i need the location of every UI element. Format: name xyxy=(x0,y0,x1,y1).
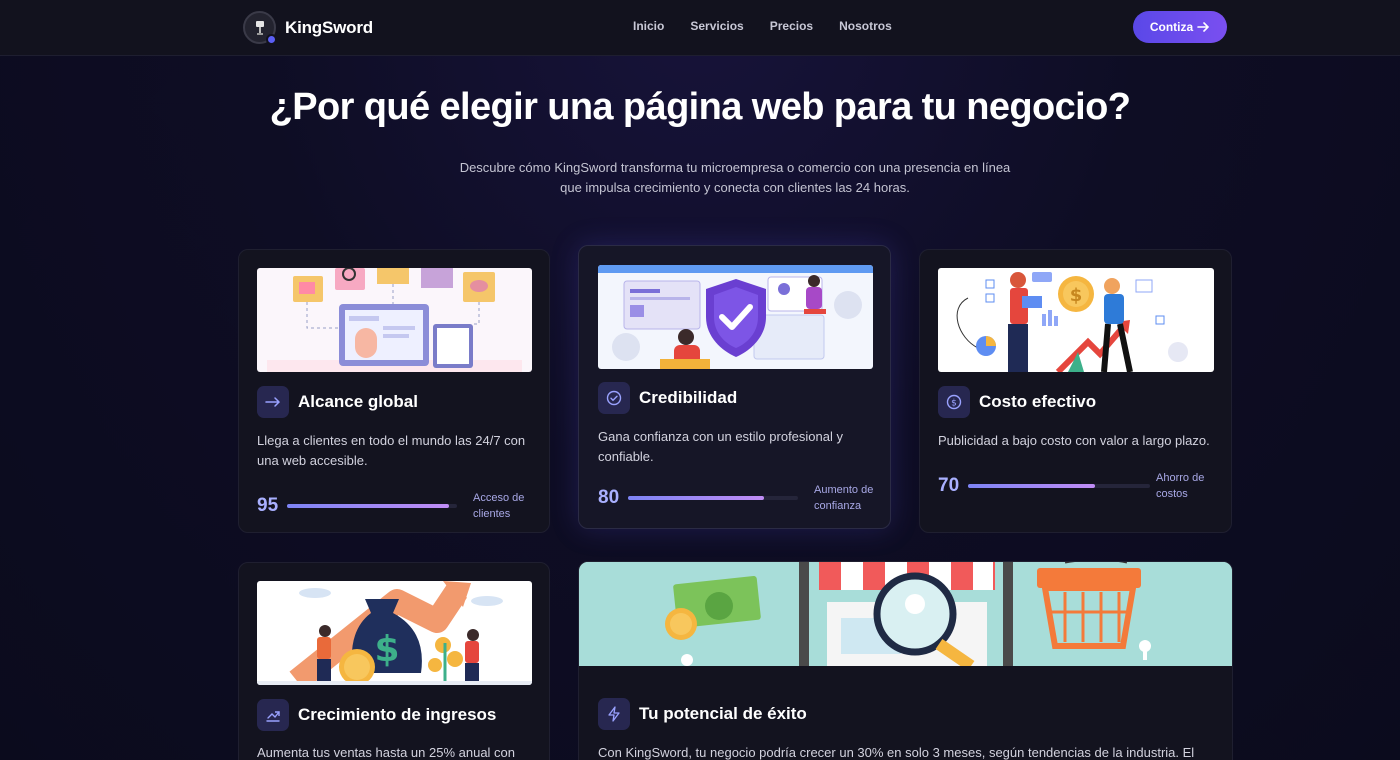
card-description: Publicidad a bajo costo con valor a larg… xyxy=(938,433,1210,448)
lightning-icon xyxy=(598,698,630,730)
brand[interactable]: KingSword xyxy=(243,11,373,45)
stat-meter: 95 Acceso de clientes xyxy=(257,490,543,522)
feature-card-alcance-global: Alcance global Llega a clientes en todo … xyxy=(238,249,550,533)
stat-label: Acceso de clientes xyxy=(473,492,525,520)
quote-button[interactable]: Contiza xyxy=(1133,11,1227,43)
card-description: Llega a clientes en todo el mundo las 24… xyxy=(257,433,526,468)
stat-value: 95 xyxy=(257,495,279,516)
stat-bar-fill xyxy=(628,496,764,500)
page-title: ¿Por qué elegir una página web para tu n… xyxy=(269,86,1131,128)
top-navbar: KingSword Inicio Servicios Precios Nosot… xyxy=(0,0,1400,56)
arrow-right-icon xyxy=(257,386,289,418)
card-description: Aumenta tus ventas hasta un 25% anual co… xyxy=(257,745,516,760)
success-potential-illustration xyxy=(579,562,1232,666)
stat-bar-fill xyxy=(287,504,449,508)
card-header: Alcance global xyxy=(257,386,418,418)
card-title: Crecimiento de ingresos xyxy=(298,705,497,724)
svg-text:$: $ xyxy=(1070,285,1083,306)
stat-value: 70 xyxy=(938,475,960,496)
logo-icon xyxy=(243,11,277,45)
page-subtitle: Descubre cómo KingSword transforma tu mi… xyxy=(459,160,1011,195)
global-reach-illustration xyxy=(257,268,532,372)
stat-bar xyxy=(628,496,798,500)
card-title: Tu potencial de éxito xyxy=(639,704,807,723)
card-header: Crecimiento de ingresos xyxy=(257,699,496,731)
card-title: Credibilidad xyxy=(639,388,738,407)
stat-bar-fill xyxy=(968,484,1096,488)
stat-label: Ahorro de costos xyxy=(1156,472,1205,500)
card-description: Gana confianza con un estilo profesional… xyxy=(598,429,843,464)
card-title: Alcance global xyxy=(298,392,418,411)
card-header: $ Costo efectivo xyxy=(938,386,1096,418)
arrow-right-icon xyxy=(1197,22,1210,32)
stat-meter: 80 Aumento de confianza xyxy=(598,482,884,514)
stat-bar xyxy=(287,504,457,508)
card-description: Con KingSword, tu negocio podría crecer … xyxy=(598,745,1195,760)
card-title: Costo efectivo xyxy=(979,392,1097,411)
svg-text:$: $ xyxy=(374,629,399,670)
stat-meter: 70 Ahorro de costos xyxy=(938,470,1216,502)
feature-card-potencial: Tu potencial de éxito Con KingSword, tu … xyxy=(578,561,1233,760)
chart-growth-icon xyxy=(257,699,289,731)
logo-status-dot xyxy=(266,34,277,45)
nav-links: Inicio Servicios Precios Nosotros xyxy=(633,19,892,33)
svg-text:$: $ xyxy=(951,399,957,409)
quote-button-label: Contiza xyxy=(1149,20,1194,34)
feature-card-crecimiento: $ Crecimiento de ingresos Aumenta tus ve… xyxy=(238,562,550,760)
stat-label: Aumento de confianza xyxy=(814,484,874,512)
cost-effective-illustration: $ xyxy=(938,268,1214,372)
feature-card-costo-efectivo: $ $ Costo efectivo Publicidad a bajo cos… xyxy=(919,249,1232,533)
stat-value: 80 xyxy=(598,487,620,508)
nav-link-inicio[interactable]: Inicio xyxy=(633,19,664,33)
nav-link-nosotros[interactable]: Nosotros xyxy=(839,19,892,33)
credibility-illustration xyxy=(598,265,873,369)
card-header: Credibilidad xyxy=(598,382,737,414)
stat-bar xyxy=(968,484,1150,488)
nav-link-servicios[interactable]: Servicios xyxy=(690,19,743,33)
feature-card-credibilidad: Credibilidad Gana confianza con un estil… xyxy=(578,245,891,529)
brand-name: KingSword xyxy=(285,17,373,37)
dollar-circle-icon: $ xyxy=(938,386,970,418)
revenue-growth-illustration: $ xyxy=(257,581,532,685)
check-circle-icon xyxy=(598,382,630,414)
nav-link-precios[interactable]: Precios xyxy=(770,19,813,33)
card-header: Tu potencial de éxito xyxy=(598,698,807,730)
